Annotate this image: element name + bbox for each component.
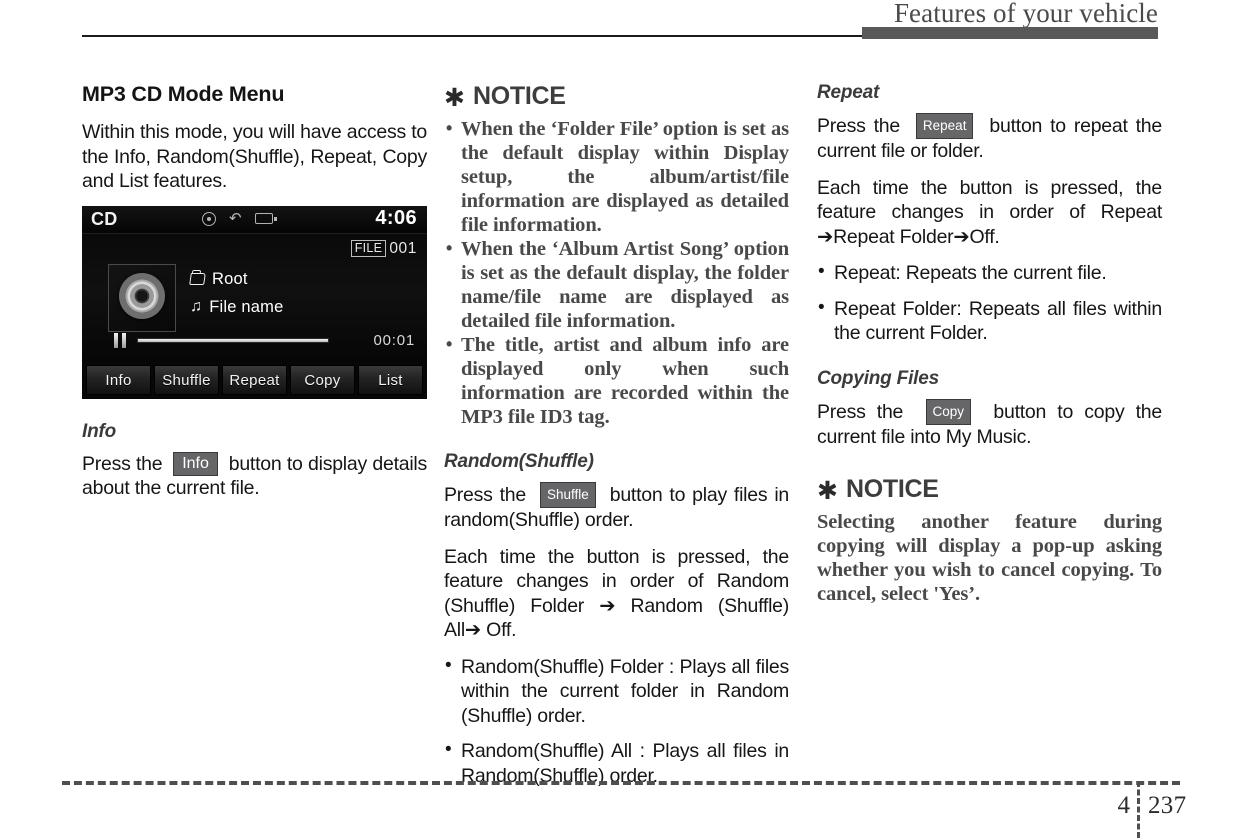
- head-unit-main-area: FILE 001 Root ♫ File name 00:01: [82, 233, 427, 362]
- copying-paragraph: Press the Copy button to copy the curren…: [817, 398, 1162, 450]
- notice-heading-1: ✱ NOTICE: [444, 82, 789, 111]
- asterisk-icon: ✱: [817, 476, 838, 505]
- album-art-thumbnail: [108, 263, 176, 332]
- list-item: Repeat: Repeats the current file.: [817, 260, 1162, 286]
- file-name-label: File name: [209, 297, 284, 316]
- random-intro-paragraph: Press the Shuffle button to play files i…: [444, 482, 789, 533]
- notice-paragraph-2: Selecting another feature during copying…: [817, 511, 1162, 605]
- copying-text-before: Press the: [817, 400, 904, 423]
- usb-icon: ↶: [229, 209, 242, 227]
- repeat-bullet-list: Repeat: Repeats the current file. Repeat…: [817, 260, 1162, 346]
- disc-icon: [202, 211, 216, 226]
- keycap-info[interactable]: Info: [173, 451, 218, 476]
- notice-list-1: When the ‘Folder File’ option is set as …: [444, 116, 789, 429]
- file-row: ♫ File name: [190, 298, 283, 317]
- music-note-icon: ♫: [190, 298, 203, 315]
- pause-icon[interactable]: [114, 332, 126, 348]
- list-item: Repeat Folder: Repeats all files within …: [817, 296, 1162, 346]
- subsection-title-repeat: Repeat: [817, 82, 880, 103]
- head-unit-button-bar: Info Shuffle Repeat Copy List: [82, 361, 427, 399]
- page-number: 237: [1148, 792, 1187, 819]
- usb-glyph-icon: ↶: [229, 209, 242, 227]
- file-number-indicator: FILE 001: [350, 239, 417, 258]
- file-number-label: 001: [389, 239, 417, 257]
- notice-title-1: NOTICE: [472, 82, 566, 110]
- chapter-number: 4: [1117, 792, 1131, 819]
- page-title: MP3 CD Mode Menu: [82, 82, 285, 106]
- progress-bar[interactable]: [137, 337, 329, 343]
- keycap-shuffle[interactable]: Shuffle: [539, 482, 596, 508]
- footer-divider: [62, 781, 1180, 785]
- folder-name-label: Root: [212, 269, 248, 288]
- random-bullet-list: Random(Shuffle) Folder : Plays all files…: [444, 654, 789, 789]
- source-label: CD: [91, 208, 118, 229]
- header-rule-thick: [862, 27, 1158, 39]
- manual-page: Features of your vehicle MP3 CD Mode Men…: [0, 0, 1238, 838]
- hu-button-copy[interactable]: Copy: [290, 365, 355, 395]
- random-text-before: Press the: [444, 484, 526, 506]
- column-left: MP3 CD Mode Menu Within this mode, you w…: [82, 82, 427, 501]
- hu-button-info[interactable]: Info: [86, 365, 151, 395]
- head-unit-status-bar: CD ↶ 4:06: [82, 205, 427, 234]
- notice-heading-2: ✱ NOTICE: [817, 475, 1162, 504]
- subsection-title-copying: Copying Files: [817, 367, 939, 389]
- notice-bullet: When the ‘Folder File’ option is set as …: [444, 116, 789, 237]
- clock-label: 4:06: [375, 206, 417, 229]
- footer-vertical-divider: [1137, 781, 1140, 838]
- subsection-title-info: Info: [82, 420, 117, 442]
- head-unit-screenshot: CD ↶ 4:06 FILE 001 Root ♫ File name 00:0…: [82, 205, 427, 399]
- info-text-before: Press the: [82, 452, 163, 475]
- hu-button-repeat[interactable]: Repeat: [222, 365, 287, 395]
- notice-bullet: When the ‘Album Artist Song’ option is s…: [444, 236, 789, 333]
- list-item: Random(Shuffle) Folder : Plays all files…: [444, 654, 789, 729]
- elapsed-time-label: 00:01: [373, 331, 415, 349]
- subsection-title-random: Random(Shuffle): [444, 451, 594, 472]
- keycap-repeat[interactable]: Repeat: [915, 113, 974, 139]
- status-icon-group: ↶: [202, 209, 277, 227]
- column-right: Repeat Press the Repeat button to repeat…: [817, 82, 1162, 606]
- notice-bullet: The title, artist and album info are dis…: [444, 332, 789, 429]
- header-rule-thin: [82, 35, 864, 37]
- cd-disc-icon: [119, 273, 165, 320]
- info-paragraph: Press the Info button to display details…: [82, 451, 427, 501]
- file-tag-label: FILE: [350, 239, 387, 258]
- asterisk-icon: ✱: [444, 83, 465, 112]
- track-metadata: Root ♫ File name: [189, 269, 283, 326]
- keycap-copy[interactable]: Copy: [925, 398, 972, 425]
- repeat-each-time-paragraph: Each time the button is pressed, the fea…: [817, 176, 1162, 248]
- hu-button-shuffle[interactable]: Shuffle: [154, 365, 219, 395]
- hu-button-list[interactable]: List: [358, 365, 423, 395]
- random-each-time-paragraph: Each time the button is pressed, the fea…: [444, 545, 789, 642]
- notice-title-2: NOTICE: [845, 475, 939, 503]
- device-icon: [254, 213, 277, 224]
- folder-row: Root: [189, 269, 283, 289]
- column-middle: ✱ NOTICE When the ‘Folder File’ option i…: [444, 82, 789, 788]
- repeat-text-before: Press the: [817, 115, 900, 137]
- intro-paragraph: Within this mode, you will have access t…: [82, 121, 427, 192]
- folder-icon: [189, 273, 206, 285]
- repeat-intro-paragraph: Press the Repeat button to repeat the cu…: [817, 113, 1162, 164]
- page-header-title: Features of your vehicle: [893, 0, 1158, 28]
